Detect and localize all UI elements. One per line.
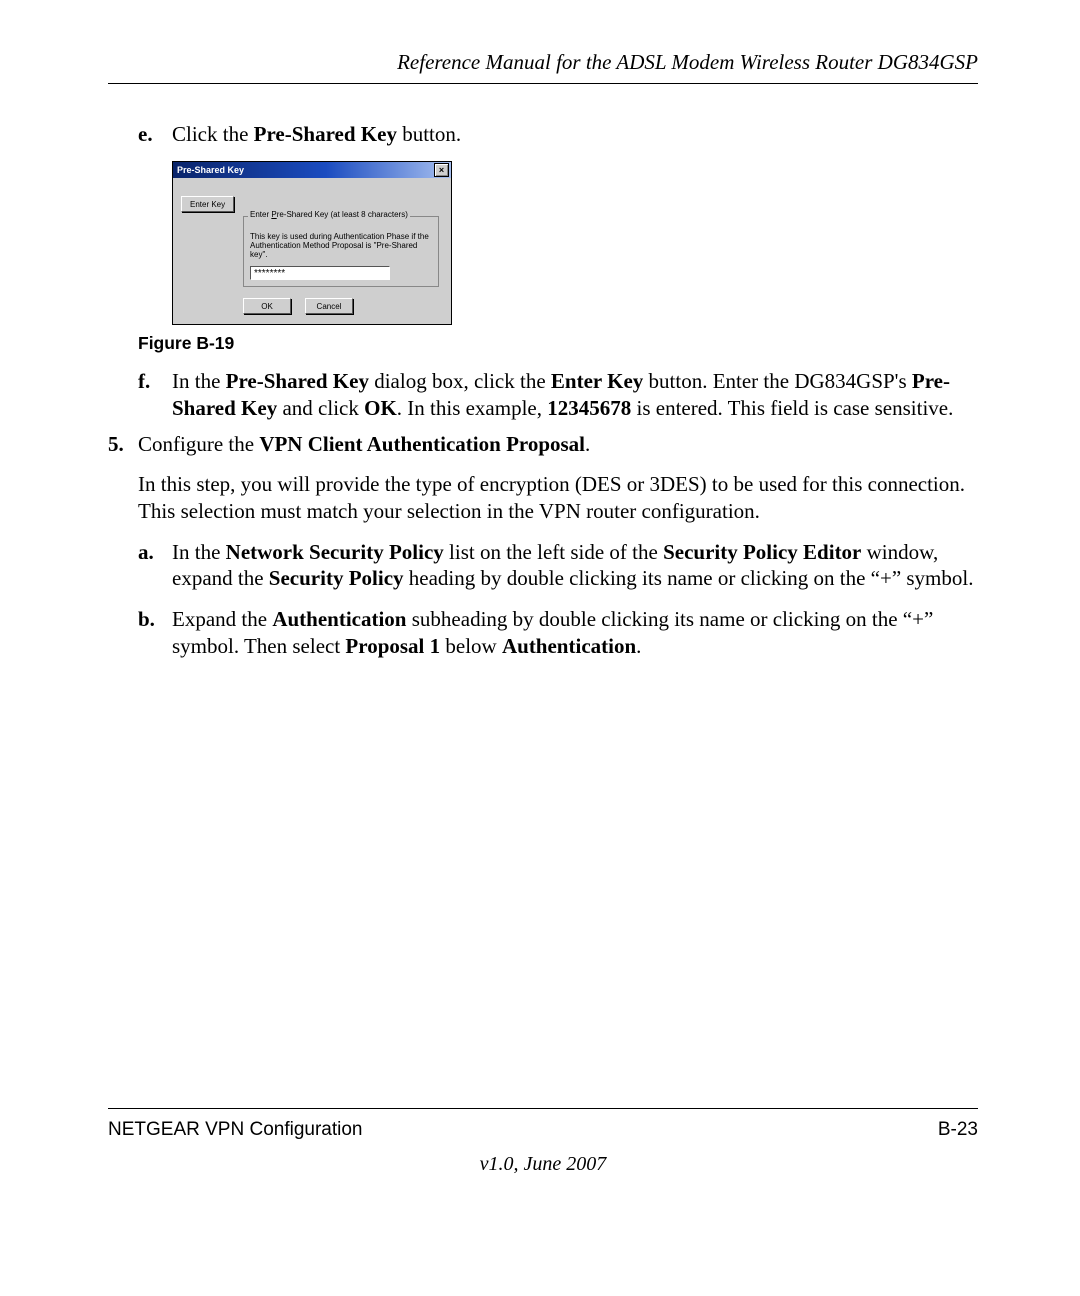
step-e-prefix: Click the <box>172 122 254 146</box>
pre-shared-key-dialog: Pre-Shared Key × Enter Key Enter Pre-Sha… <box>172 161 452 325</box>
pre-shared-key-input[interactable]: ******** <box>250 266 390 280</box>
footer-right: B-23 <box>938 1119 978 1141</box>
list-marker-f: f. <box>138 368 172 422</box>
ok-button[interactable]: OK <box>243 298 291 314</box>
footer-left: NETGEAR VPN Configuration <box>108 1119 363 1141</box>
group-legend: Enter Pre-Shared Key (at least 8 charact… <box>248 210 410 219</box>
group-legend-post: re-Shared Key (at least 8 characters) <box>277 210 408 219</box>
dialog-title-text: Pre-Shared Key <box>177 165 244 175</box>
group-help-line1: This key is used during Authentication P… <box>250 232 432 241</box>
header-title: Reference Manual for the ADSL Modem Wire… <box>108 50 978 75</box>
step-5b-text: Expand the Authentication subheading by … <box>172 606 978 660</box>
step-e-text: Click the Pre-Shared Key button. <box>172 122 978 147</box>
group-legend-pre: Enter <box>250 210 271 219</box>
list-marker-e: e. <box>138 122 172 147</box>
dialog-titlebar: Pre-Shared Key × <box>173 162 451 178</box>
group-help: This key is used during Authentication P… <box>250 232 432 260</box>
step-e-suffix: button. <box>397 122 461 146</box>
figure-caption: Figure B-19 <box>138 333 978 354</box>
cancel-button[interactable]: Cancel <box>305 298 353 314</box>
header-rule <box>108 83 978 84</box>
step-5-heading: Configure the VPN Client Authentication … <box>138 432 590 457</box>
enter-key-button[interactable]: Enter Key <box>181 196 234 212</box>
footer-rule <box>108 1108 978 1109</box>
list-marker-5: 5. <box>108 432 138 457</box>
footer-version: v1.0, June 2007 <box>108 1153 978 1176</box>
close-icon[interactable]: × <box>434 163 449 177</box>
list-marker-5b: b. <box>138 606 172 660</box>
step-5a-text: In the Network Security Policy list on t… <box>172 539 978 593</box>
list-marker-5a: a. <box>138 539 172 593</box>
group-help-line2: Authentication Method Proposal is "Pre-S… <box>250 241 432 259</box>
step-f-text: In the Pre-Shared Key dialog box, click … <box>172 368 978 422</box>
pre-shared-key-group: Enter Pre-Shared Key (at least 8 charact… <box>243 216 439 287</box>
step-e-bold: Pre-Shared Key <box>254 122 397 146</box>
step-5-description: In this step, you will provide the type … <box>138 471 978 525</box>
